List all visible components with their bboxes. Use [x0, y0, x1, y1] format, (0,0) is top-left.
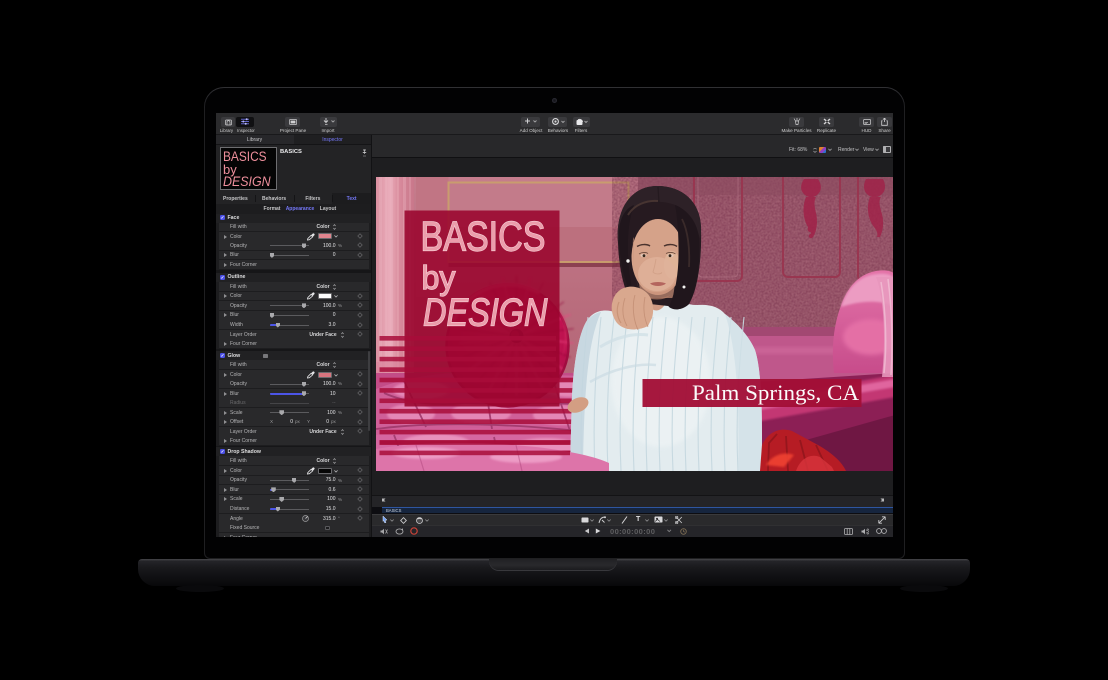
svg-text:BASICS: BASICS [420, 213, 545, 260]
svg-text:Palm Springs, CA: Palm Springs, CA [692, 380, 859, 405]
svg-text:by: by [421, 259, 455, 296]
svg-text:DESIGN: DESIGN [423, 292, 548, 335]
